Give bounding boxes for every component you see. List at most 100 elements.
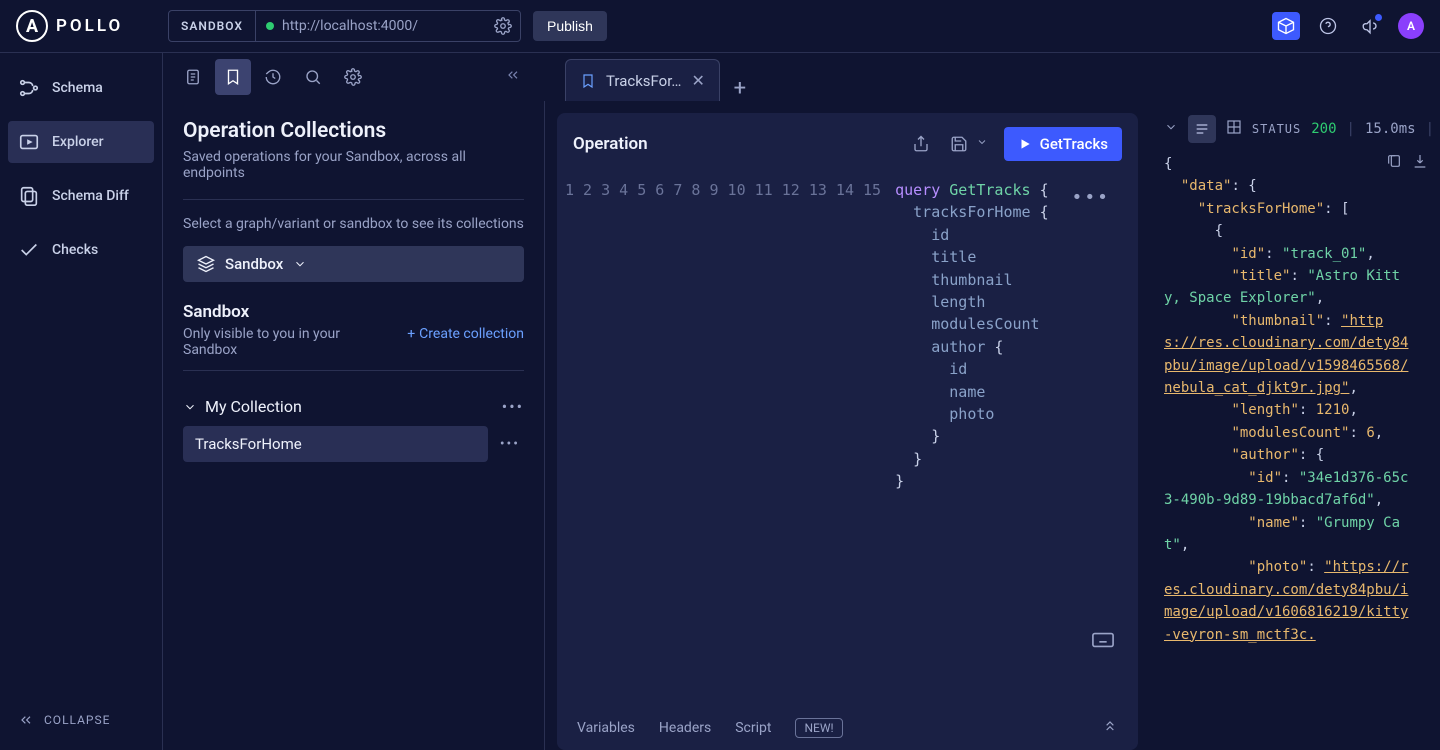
publish-button[interactable]: Publish <box>533 11 607 41</box>
search-panel-button[interactable] <box>295 59 331 95</box>
logo-text: POLLO <box>56 16 123 36</box>
download-icon <box>1412 153 1428 169</box>
bookmark-icon <box>224 68 242 86</box>
response-json[interactable]: { "data": { "tracksForHome": [ { "id": "… <box>1164 153 1434 646</box>
line-gutter: 1 2 3 4 5 6 7 8 9 10 11 12 13 14 15 <box>565 179 895 702</box>
create-collection-button[interactable]: + Create collection <box>407 326 524 342</box>
megaphone-icon <box>1361 17 1379 35</box>
expand-footer-button[interactable] <box>1102 718 1118 738</box>
chevrons-left-icon <box>505 67 521 83</box>
tab-operation[interactable]: TracksFor… ✕ <box>565 59 720 101</box>
list-icon <box>1194 121 1210 137</box>
copy-response-button[interactable] <box>1386 153 1402 173</box>
tool-row: TracksFor… ✕ + <box>163 53 1440 101</box>
sidebar-item-label: Explorer <box>52 134 104 150</box>
variables-tab[interactable]: Variables <box>577 720 635 736</box>
gear-icon <box>344 68 362 86</box>
sandbox-selector-button[interactable]: Sandbox <box>183 246 524 282</box>
play-icon <box>1018 137 1032 151</box>
headers-tab[interactable]: Headers <box>659 720 711 736</box>
cube-icon <box>1277 17 1295 35</box>
status-dot-icon <box>266 22 274 30</box>
sandbox-heading: Sandbox <box>183 302 524 322</box>
explorer-icon <box>18 131 40 153</box>
topbar-right: A <box>1272 12 1424 40</box>
table-icon <box>1226 119 1242 135</box>
share-icon <box>912 135 930 153</box>
chevron-down-icon <box>183 400 197 414</box>
collections-title: Operation Collections <box>183 119 524 143</box>
diff-icon <box>18 185 40 207</box>
announcements-button[interactable] <box>1356 12 1384 40</box>
chevrons-up-icon <box>1102 718 1118 734</box>
collections-subtitle: Saved operations for your Sandbox, acros… <box>183 149 524 181</box>
operation-item-menu-button[interactable]: ••• <box>496 436 524 452</box>
collapse-response-button[interactable] <box>1164 120 1178 138</box>
url-text: http://localhost:4000/ <box>282 18 418 34</box>
chevron-down-icon <box>976 136 988 148</box>
schema-icon <box>18 77 40 99</box>
operation-tabs: TracksFor… ✕ + <box>545 53 760 101</box>
docs-panel-button[interactable] <box>175 59 211 95</box>
editor-menu-button[interactable]: ••• <box>1071 187 1110 209</box>
response-view-button[interactable] <box>1188 115 1216 143</box>
sandbox-sub: Only visible to you in your Sandbox <box>183 326 363 358</box>
studio-button[interactable] <box>1272 12 1300 40</box>
sidebar: Schema Explorer Schema Diff Checks COLLA… <box>0 53 163 750</box>
new-badge: NEW! <box>795 718 842 738</box>
collection-operation-item[interactable]: TracksForHome <box>183 426 488 462</box>
sidebar-item-label: Checks <box>52 242 98 258</box>
sidebar-item-schema[interactable]: Schema <box>8 67 154 109</box>
operation-panel-title: Operation <box>573 134 648 154</box>
code-content: query GetTracks { tracksForHome { id tit… <box>895 179 1122 702</box>
status-label: STATUS <box>1252 122 1301 136</box>
left-icon-toolbar <box>163 53 545 101</box>
operation-editor[interactable]: ••• 1 2 3 4 5 6 7 8 9 10 11 12 13 14 15 … <box>557 175 1138 706</box>
operation-column: Operation <box>545 101 1150 750</box>
download-response-button[interactable] <box>1412 153 1428 173</box>
tab-close-button[interactable]: ✕ <box>691 71 704 90</box>
run-operation-button[interactable]: GetTracks <box>1004 127 1122 161</box>
endpoint-settings-button[interactable] <box>486 17 520 35</box>
sidebar-item-label: Schema <box>52 80 103 96</box>
script-tab[interactable]: Script <box>735 720 771 736</box>
sidebar-item-label: Schema Diff <box>52 188 129 204</box>
collection-header[interactable]: My Collection ••• <box>183 387 524 426</box>
chevron-down-icon <box>293 257 307 271</box>
collections-panel-button[interactable] <box>215 59 251 95</box>
checks-icon <box>18 239 40 261</box>
collapse-sidebar-button[interactable]: COLLAPSE <box>8 704 154 736</box>
keyboard-shortcuts-button[interactable] <box>1092 632 1114 654</box>
plus-icon: + <box>407 326 415 342</box>
logo-mark-icon <box>16 10 48 42</box>
save-button[interactable] <box>946 131 972 157</box>
status-code: 200 <box>1311 121 1336 137</box>
add-tab-button[interactable]: + <box>720 76 760 101</box>
operation-panel: Operation <box>557 113 1138 750</box>
sidebar-item-checks[interactable]: Checks <box>8 229 154 271</box>
save-menu-button[interactable] <box>972 136 992 152</box>
avatar[interactable]: A <box>1398 13 1424 39</box>
collapse-left-panel-button[interactable] <box>505 67 533 87</box>
help-button[interactable] <box>1314 12 1342 40</box>
layers-icon <box>197 255 215 273</box>
share-button[interactable] <box>908 131 934 157</box>
logo: POLLO <box>16 10 156 42</box>
tab-label: TracksFor… <box>606 72 681 90</box>
search-icon <box>304 68 322 86</box>
collection-menu-button[interactable]: ••• <box>502 397 524 416</box>
history-panel-button[interactable] <box>255 59 291 95</box>
settings-panel-button[interactable] <box>335 59 371 95</box>
url-box[interactable]: http://localhost:4000/ <box>256 11 486 41</box>
response-table-button[interactable] <box>1226 119 1242 139</box>
collections-panel: Operation Collections Saved operations f… <box>163 101 545 750</box>
clipboard-icon <box>1386 153 1402 169</box>
chevrons-left-icon <box>18 712 34 728</box>
sidebar-item-schema-diff[interactable]: Schema Diff <box>8 175 154 217</box>
gear-icon <box>494 17 512 35</box>
topbar: POLLO SANDBOX http://localhost:4000/ Pub… <box>0 0 1440 53</box>
sandbox-badge: SANDBOX <box>169 11 256 41</box>
sidebar-item-explorer[interactable]: Explorer <box>8 121 154 163</box>
help-icon <box>1319 17 1337 35</box>
history-icon <box>264 68 282 86</box>
